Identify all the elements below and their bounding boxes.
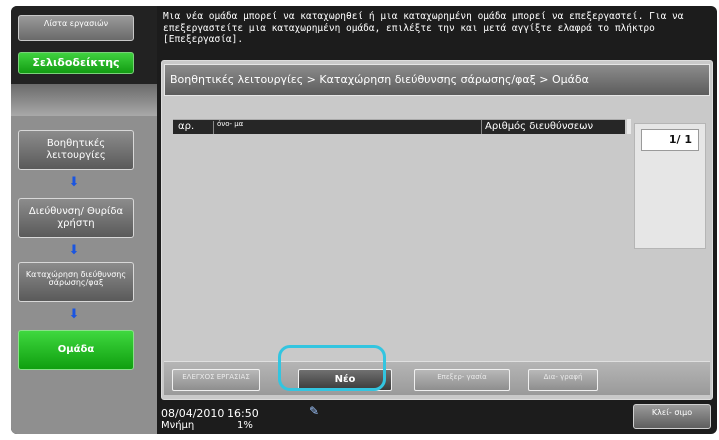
left-top-area: Λίστα εργασιών Σελιδοδείκτης <box>11 6 157 84</box>
close-button[interactable]: Κλεί- σιμο <box>633 404 711 429</box>
arrow-down-icon: ⬇ <box>68 243 80 258</box>
button-row: ΕΛΕΓΧΟΣ ΕΡΓΑΣΙΑΣ Νέο Επεξερ- γασία Δια- … <box>164 361 710 395</box>
left-panel: Λίστα εργασιών Σελιδοδείκτης Βοηθητικές … <box>11 6 157 434</box>
page-indicator-panel: 1/ 1 <box>634 123 706 249</box>
group-list <box>173 134 625 334</box>
table-header: αρ. όνο- μα Αριθμός διευθύνσεων <box>173 119 625 134</box>
main-panel: Βοηθητικές λειτουργίες > Καταχώρηση διεύ… <box>161 60 713 400</box>
nav-group-button[interactable]: Ομάδα <box>18 330 134 370</box>
column-header-name: όνο- μα <box>213 121 253 134</box>
bookmark-button[interactable]: Σελιδοδείκτης <box>18 52 134 74</box>
page-number: 1/ 1 <box>641 129 699 151</box>
breadcrumb: Βοηθητικές λειτουργίες > Καταχώρηση διεύ… <box>164 64 710 96</box>
left-divider-band <box>11 84 157 116</box>
nav-utility-button[interactable]: Βοηθητικές λειτουργίες <box>18 130 134 170</box>
job-list-button[interactable]: Λίστα εργασιών <box>18 15 134 41</box>
status-bar: 08/04/2010 16:50 ✎ Μνήμη 1% Κλεί- σιμο <box>161 402 717 434</box>
network-icon: ✎ <box>309 404 320 418</box>
column-header-number: αρ. <box>178 121 195 132</box>
memory-label: Μνήμη <box>161 420 195 431</box>
nav-scan-fax-address-button[interactable]: Καταχώρηση διεύθυνσης σάρωσης/φαξ <box>18 262 134 302</box>
status-date: 08/04/2010 <box>161 407 225 420</box>
table-scrollbar[interactable] <box>627 119 631 134</box>
memory-value: 1% <box>237 420 253 431</box>
nav-user-box-button[interactable]: Διεύθυνση/ Θυρίδα χρήστη <box>18 198 134 238</box>
arrow-down-icon: ⬇ <box>68 175 80 190</box>
delete-button[interactable]: Δια- γραφή <box>528 369 598 391</box>
edit-button[interactable]: Επεξερ- γασία <box>414 369 510 391</box>
column-header-address-count: Αριθμός διευθύνσεων <box>481 120 625 134</box>
job-check-button[interactable]: ΕΛΕΓΧΟΣ ΕΡΓΑΣΙΑΣ <box>172 369 260 391</box>
new-button-highlight <box>278 345 386 391</box>
arrow-down-icon: ⬇ <box>68 307 80 322</box>
status-time: 16:50 <box>227 407 259 420</box>
instruction-message: Μια νέα ομάδα μπορεί να καταχωρηθεί ή μι… <box>163 11 684 45</box>
